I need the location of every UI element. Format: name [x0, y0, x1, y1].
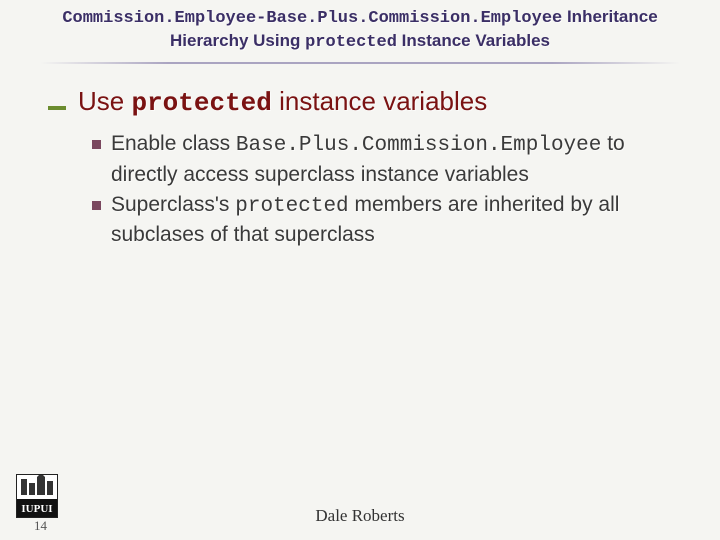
- title-code-2: Base.Plus.Commission.Employee: [266, 9, 562, 28]
- list-item: Enable class Base.Plus.Commission.Employ…: [92, 130, 680, 189]
- headline-row: Use protected instance variables: [48, 86, 680, 118]
- slide-footer: IUPUI 14 Dale Roberts: [0, 476, 720, 540]
- slide-title: Commission.Employee-Base.Plus.Commission…: [0, 0, 720, 66]
- headline-kw: protected: [131, 88, 271, 118]
- title-line2b: Instance Variables: [397, 31, 550, 50]
- b0-pre: Enable class: [111, 132, 236, 155]
- title-line2a: Hierarchy Using: [170, 31, 305, 50]
- headline-bullet-icon: [48, 106, 66, 110]
- headline-text: Use protected instance variables: [78, 86, 487, 118]
- list-item-text: Superclass's protected members are inher…: [111, 191, 680, 250]
- square-bullet-icon: [92, 140, 101, 149]
- title-text: Commission.Employee-Base.Plus.Commission…: [40, 6, 680, 54]
- b1-pre: Superclass's: [111, 193, 235, 216]
- headline-post: instance variables: [272, 86, 487, 116]
- title-protected: protected: [305, 33, 397, 52]
- title-rest-1: Inheritance: [562, 7, 657, 26]
- slide-content: Use protected instance variables Enable …: [0, 66, 720, 249]
- list-item: Superclass's protected members are inher…: [92, 191, 680, 250]
- sub-bullet-list: Enable class Base.Plus.Commission.Employ…: [48, 130, 680, 249]
- b0-code: Base.Plus.Commission.Employee: [236, 134, 601, 157]
- list-item-text: Enable class Base.Plus.Commission.Employ…: [111, 130, 680, 189]
- b1-code: protected: [235, 195, 348, 218]
- author-name: Dale Roberts: [0, 506, 720, 526]
- headline-pre: Use: [78, 86, 131, 116]
- title-code-1: Commission.Employee: [62, 9, 256, 28]
- square-bullet-icon: [92, 201, 101, 210]
- title-dash: -: [256, 9, 266, 28]
